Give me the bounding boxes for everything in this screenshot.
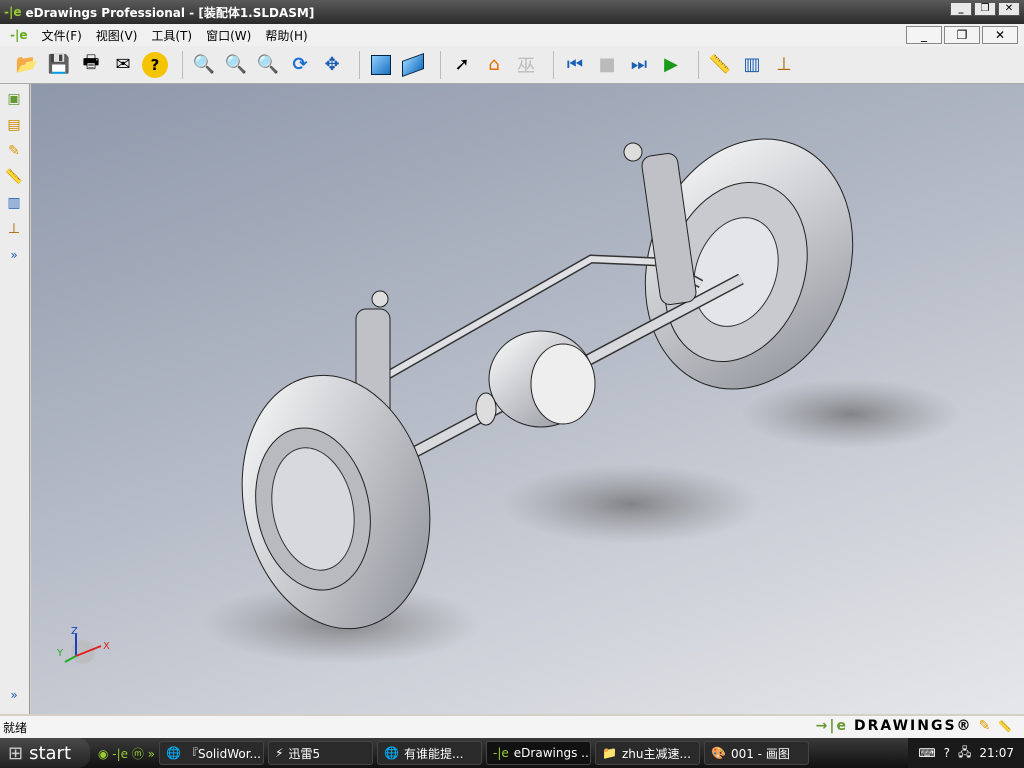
zoom-to-fit-icon[interactable]: 🔍 (191, 52, 217, 78)
measure-icon[interactable]: 📏 (2, 166, 26, 188)
brand-logo: →|e (815, 718, 848, 734)
document-icon: -|e (10, 28, 28, 42)
start-button[interactable]: ⊞ start (0, 738, 90, 768)
print-icon[interactable]: 🖶 (78, 52, 104, 78)
shadow (501, 464, 761, 544)
system-tray: ⌨ ? 🖧 21:07 (908, 738, 1024, 768)
expand-chevron-icon-bottom[interactable]: » (2, 684, 26, 706)
first-frame-icon[interactable]: ⏮ (562, 52, 588, 78)
help-icon[interactable]: ? (142, 51, 168, 78)
markup-pencil-icon[interactable]: ✎ (979, 718, 993, 734)
title-bar: -|e eDrawings Professional - [装配体1.SLDAS… (0, 0, 1024, 24)
play-icon[interactable]: ▶ (658, 52, 684, 78)
task-item[interactable]: 📁 zhu主减速... (595, 741, 701, 765)
stamp-icon[interactable]: ⊥ (2, 218, 26, 240)
measure-icon[interactable]: 📏 (707, 52, 733, 78)
status-text: 就绪 (3, 720, 28, 735)
quicklaunch-icon[interactable]: ◉ -|e ⓜ » (98, 745, 155, 762)
select-arrow-icon[interactable]: ➚ (449, 52, 475, 78)
save-icon[interactable]: 💾 (46, 52, 72, 78)
home-icon[interactable]: ⌂ (481, 52, 507, 78)
task-item-active[interactable]: -|e eDrawings ... (486, 741, 592, 765)
menu-window[interactable]: 窗口(W) (206, 27, 251, 44)
rotate-icon[interactable]: ⟳ (287, 52, 313, 78)
toolbar: 📂 💾 🖶 ✉ ? 🔍 🔍 🔍 ⟳ ✥ ➚ ⌂ 巫 ⏮ ■ ⏭ ▶ 📏 ▥ ⊥ (0, 46, 1024, 84)
start-label: start (29, 742, 72, 764)
email-icon[interactable]: ✉ (110, 52, 136, 78)
zoom-area-icon[interactable]: 🔍 (223, 52, 249, 78)
status-bar: 就绪 →|e DRAWINGS® ✎ 📏 (0, 716, 1024, 738)
expand-chevron-icon[interactable]: » (2, 244, 26, 266)
section-icon[interactable]: ▥ (2, 192, 26, 214)
network-icon[interactable]: 🖧 (958, 743, 971, 764)
taskbar: ⊞ start ◉ -|e ⓜ » 🌐 『SolidWor... ⚡ 迅雷5 🌐 有谁能… (0, 738, 1024, 768)
triad-x-label: X (103, 641, 110, 652)
windows-logo-icon: ⊞ (8, 742, 24, 764)
section-icon[interactable]: ▥ (739, 52, 765, 78)
menu-help[interactable]: 帮助(H) (265, 27, 307, 44)
maximize-button[interactable]: ❐ (974, 2, 996, 16)
zoom-in-out-icon[interactable]: 🔍 (255, 52, 281, 78)
sheets-icon[interactable]: ▤ (2, 114, 26, 136)
pan-icon[interactable]: ✥ (319, 52, 345, 78)
stop-icon[interactable]: ■ (594, 52, 620, 78)
shaded-cube-icon[interactable] (368, 52, 394, 78)
perspective-icon[interactable] (400, 52, 426, 78)
menu-file[interactable]: 文件(F) (42, 27, 82, 44)
measure-icon[interactable]: 📏 (998, 720, 1014, 733)
menu-tools[interactable]: 工具(T) (151, 27, 192, 44)
open-folder-icon[interactable]: 📂 (14, 52, 40, 78)
task-item[interactable]: 🌐 『SolidWor... (159, 741, 265, 765)
task-item[interactable]: ⚡ 迅雷5 (268, 741, 374, 765)
triad-y-label: Y (56, 648, 64, 659)
left-toolbar: ▣ ▤ ✎ 📏 ▥ ⊥ » » (0, 84, 30, 714)
brand-text: DRAWINGS® (854, 718, 973, 734)
stamp-icon[interactable]: ⊥ (771, 52, 797, 78)
explode-icon[interactable]: 巫 (513, 52, 539, 78)
components-icon[interactable]: ▣ (2, 88, 26, 110)
keyboard-icon[interactable]: ⌨ (918, 746, 935, 760)
menu-view[interactable]: 视图(V) (96, 27, 138, 44)
markup-pencil-icon[interactable]: ✎ (2, 140, 26, 162)
window-title: eDrawings Professional - [装配体1.SLDASM] (25, 5, 315, 20)
next-frame-icon[interactable]: ⏭ (626, 52, 652, 78)
triad-z-label: Z (71, 626, 78, 637)
edrawings-brand: →|e DRAWINGS® ✎ 📏 (816, 718, 1014, 734)
clock[interactable]: 21:07 (979, 746, 1014, 760)
minimize-button[interactable]: _ (950, 2, 972, 16)
task-item[interactable]: 🌐 有谁能提... (377, 741, 483, 765)
menu-bar: -|e 文件(F) 视图(V) 工具(T) 窗口(W) 帮助(H) (0, 24, 1024, 46)
3d-viewport[interactable]: Z X Y (31, 84, 1024, 714)
app-logo: -|e (4, 5, 22, 19)
doc-close-button[interactable]: ✕ (982, 26, 1018, 44)
doc-restore-button[interactable]: ❐ (944, 26, 980, 44)
task-item[interactable]: 🎨 001 - 画图 (704, 741, 810, 765)
rear-shock (623, 142, 697, 305)
close-button[interactable]: ✕ (998, 2, 1020, 16)
help-icon[interactable]: ? (944, 746, 950, 760)
assembly-model: Z X Y (56, 138, 961, 664)
differential (475, 330, 596, 428)
shadow (741, 379, 961, 449)
doc-minimize-button[interactable]: _ (906, 26, 942, 44)
triad: Z X Y (56, 626, 110, 664)
